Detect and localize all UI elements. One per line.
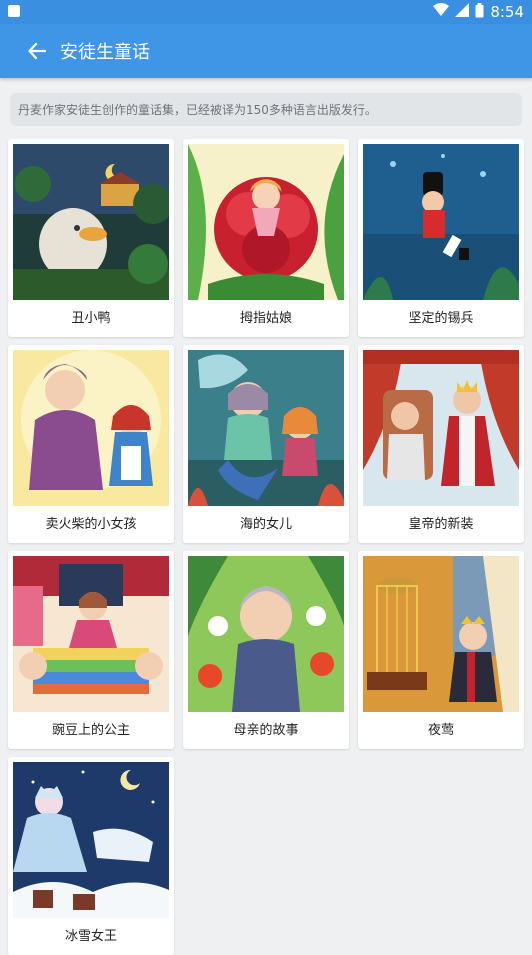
- story-cover: [188, 556, 344, 712]
- story-card-nightingale[interactable]: 夜莺: [358, 551, 524, 749]
- story-title: 海的女儿: [239, 517, 292, 532]
- status-bar: 8:54: [0, 0, 532, 24]
- story-title: 卖火柴的小女孩: [45, 517, 137, 532]
- story-cover: [13, 762, 169, 918]
- back-button[interactable]: [10, 24, 64, 78]
- story-cover: [363, 144, 519, 300]
- page-title: 安徒生童话: [60, 42, 150, 63]
- notification-icon: [8, 5, 20, 17]
- intro-text: 丹麦作家安徒生创作的童话集，已经被译为150多种语言出版发行。: [10, 93, 522, 126]
- story-card-emperors-new-clothes[interactable]: 皇帝的新装: [358, 345, 524, 543]
- status-icons: 8:54: [433, 2, 524, 22]
- wifi-icon: [433, 3, 450, 21]
- story-cover: [188, 144, 344, 300]
- story-title: 豌豆上的公主: [51, 723, 130, 738]
- story-cover: [363, 350, 519, 506]
- story-card-snow-queen[interactable]: 冰雪女王: [8, 757, 174, 955]
- app-bar: 安徒生童话: [0, 24, 532, 78]
- battery-icon: [475, 2, 484, 22]
- story-cover: [13, 350, 169, 506]
- story-title: 坚定的锡兵: [408, 311, 474, 326]
- story-cover: [13, 144, 169, 300]
- story-cover: [13, 556, 169, 712]
- status-time: 8:54: [490, 3, 524, 21]
- arrow-left-icon: [28, 42, 46, 60]
- story-card-story-of-a-mother[interactable]: 母亲的故事: [183, 551, 349, 749]
- story-title: 冰雪女王: [64, 929, 117, 944]
- story-card-little-match-girl[interactable]: 卖火柴的小女孩: [8, 345, 174, 543]
- story-card-thumbelina[interactable]: 拇指姑娘: [183, 139, 349, 337]
- story-card-ugly-duckling[interactable]: 丑小鸭: [8, 139, 174, 337]
- story-title: 皇帝的新装: [408, 517, 474, 532]
- story-card-little-mermaid[interactable]: 海的女儿: [183, 345, 349, 543]
- story-title: 夜莺: [427, 723, 454, 738]
- signal-icon: [455, 3, 470, 21]
- story-card-tin-soldier[interactable]: 坚定的锡兵: [358, 139, 524, 337]
- story-title: 母亲的故事: [233, 723, 299, 738]
- story-title: 拇指姑娘: [239, 311, 292, 326]
- story-card-princess-and-pea[interactable]: 豌豆上的公主: [8, 551, 174, 749]
- story-cover: [188, 350, 344, 506]
- story-cover: [363, 556, 519, 712]
- story-title: 丑小鸭: [71, 311, 111, 326]
